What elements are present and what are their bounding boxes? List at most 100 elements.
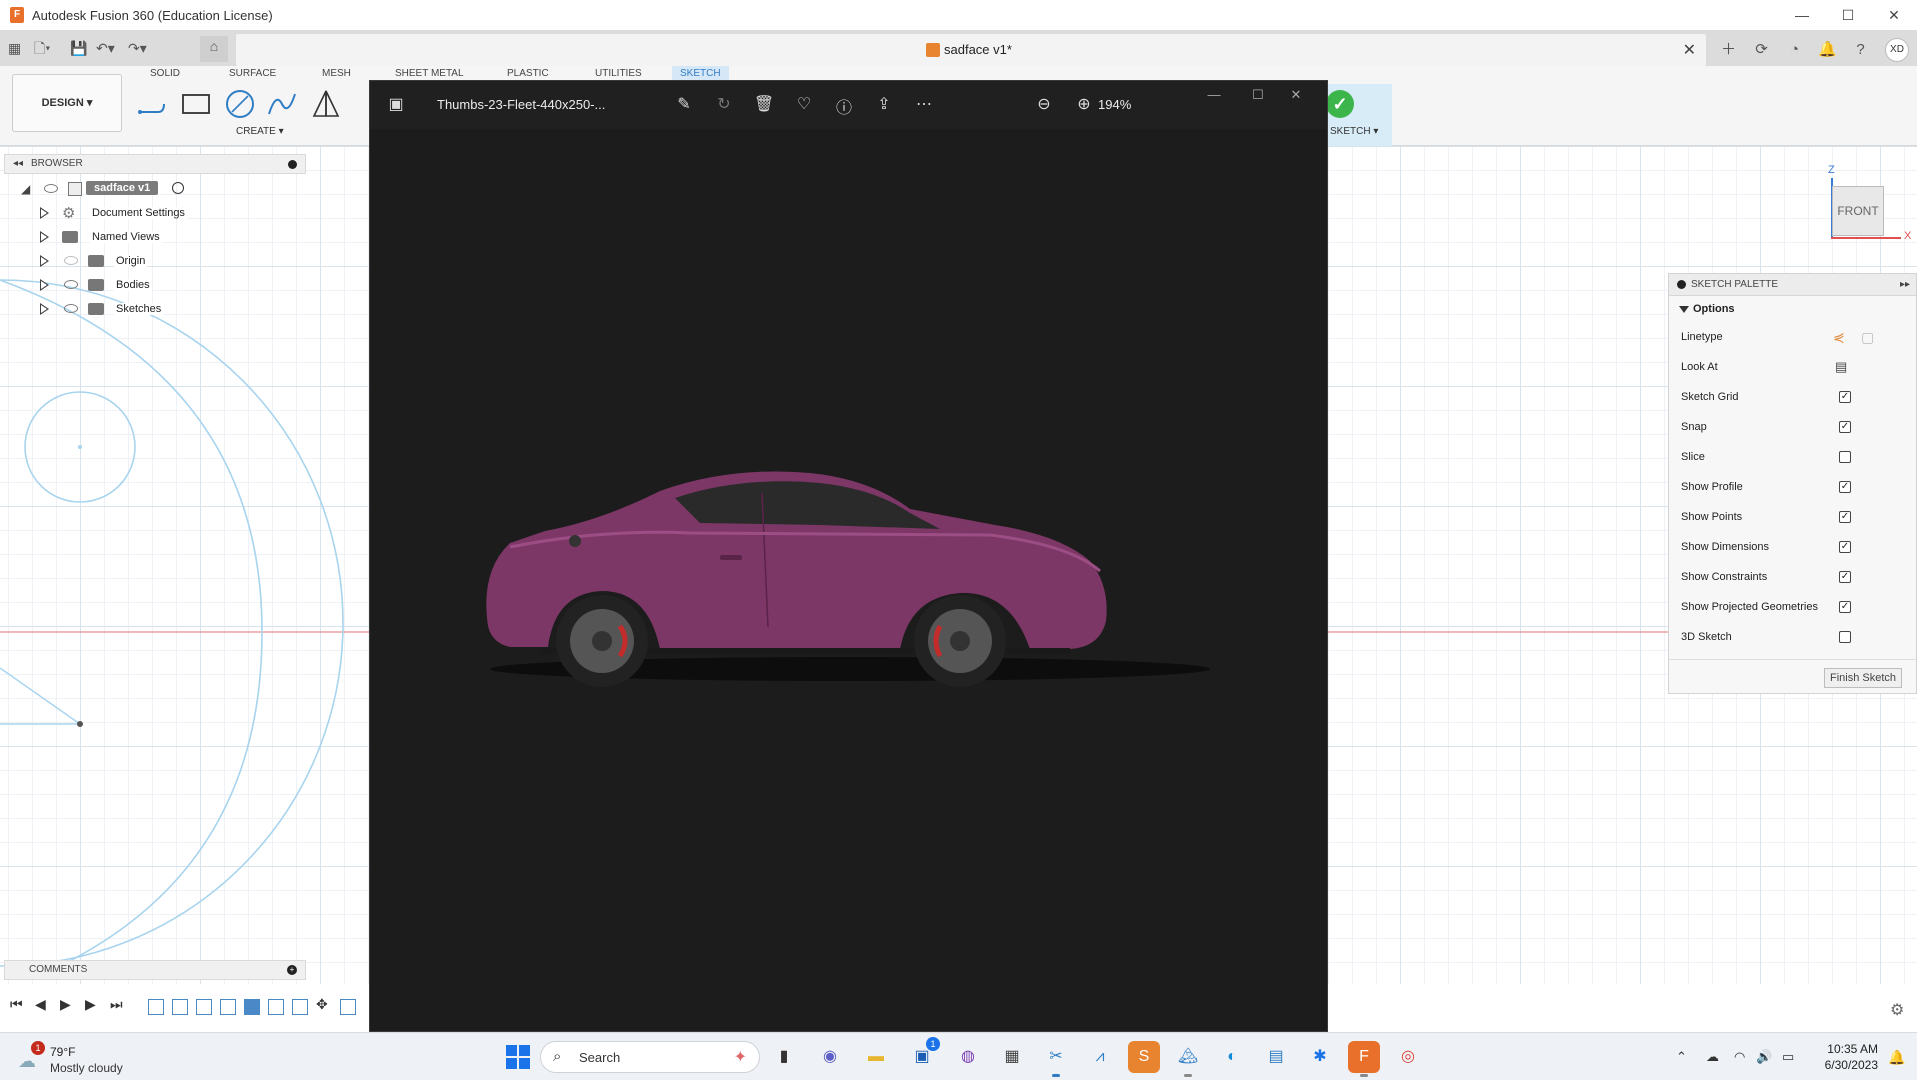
view-cube[interactable]: Z X FRONT — [1820, 164, 1917, 254]
volume-icon[interactable]: 🔊 — [1756, 1049, 1772, 1065]
timeline-feature-sketch-icon[interactable] — [340, 999, 356, 1015]
browser-header[interactable]: ◂◂ BROWSER — [4, 154, 306, 174]
zoom-level[interactable]: 194% — [1098, 97, 1131, 112]
show-dimensions-checkbox[interactable]: ✓ — [1839, 541, 1851, 553]
help-icon[interactable]: ? — [1844, 34, 1877, 66]
photos-minimize-button[interactable]: — — [1194, 87, 1234, 102]
construction-linetype-icon[interactable]: ⋞ — [1833, 329, 1845, 346]
activate-radio-icon[interactable] — [172, 182, 184, 194]
tree-item-sketches[interactable]: Sketches — [4, 298, 306, 322]
redo-icon[interactable]: ↷▾ — [128, 38, 147, 58]
expand-palette-icon[interactable]: ▸▸ — [1900, 274, 1910, 296]
mirror-tool-icon[interactable] — [310, 88, 342, 120]
tab-mesh[interactable]: MESH — [322, 66, 351, 81]
show-profile-checkbox[interactable]: ✓ — [1839, 481, 1851, 493]
comments-panel[interactable]: COMMENTS + — [4, 960, 306, 980]
workspace-design-dropdown[interactable]: DESIGN ▾ — [12, 74, 122, 132]
tab-solid[interactable]: SOLID — [150, 66, 180, 81]
add-comment-icon[interactable]: + — [287, 965, 297, 975]
tab-surface[interactable]: SURFACE — [229, 66, 276, 81]
show-points-checkbox[interactable]: ✓ — [1839, 511, 1851, 523]
photos-app-icon[interactable]: 🏔 — [1172, 1041, 1204, 1077]
rectangle-tool-icon[interactable] — [180, 88, 212, 120]
expand-arrow-icon[interactable] — [40, 255, 49, 267]
photos-close-button[interactable]: ✕ — [1276, 87, 1316, 103]
viewcube-front-face[interactable]: FRONT — [1832, 186, 1884, 236]
new-tab-plus-icon[interactable]: ＋ — [1712, 34, 1745, 66]
edge-browser-icon[interactable]: ◐ — [1216, 1041, 1248, 1073]
timeline-feature-sketch-icon[interactable] — [196, 999, 212, 1015]
home-icon[interactable]: ⌂ — [200, 36, 228, 62]
go-to-start-icon[interactable]: ⏮ — [10, 996, 23, 1013]
tab-sketch[interactable]: SKETCH — [672, 66, 729, 81]
teams-chat-icon[interactable]: ◉ — [814, 1041, 846, 1073]
circle-tool-icon[interactable] — [224, 88, 256, 120]
photos-maximize-button[interactable]: ☐ — [1238, 87, 1278, 103]
delete-icon[interactable]: 🗑 — [752, 94, 776, 114]
save-icon[interactable]: 💾 — [70, 38, 87, 58]
wifi-icon[interactable]: ◠ — [1734, 1049, 1745, 1065]
timeline-feature-extrude-icon[interactable] — [244, 999, 260, 1015]
expand-arrow-icon[interactable] — [40, 279, 49, 291]
show-hidden-icons-chevron-icon[interactable]: ⌃ — [1676, 1049, 1687, 1065]
create-menu[interactable]: CREATE ▾ — [236, 126, 284, 137]
close-button[interactable]: ✕ — [1871, 0, 1917, 30]
maximize-button[interactable]: ☐ — [1825, 0, 1871, 30]
play-icon[interactable]: ▶ — [60, 996, 71, 1013]
tree-item-root[interactable]: ◢ sadface v1 — [4, 178, 306, 202]
show-constraints-checkbox[interactable]: ✓ — [1839, 571, 1851, 583]
tree-item-bodies[interactable]: Bodies — [4, 274, 306, 298]
expand-arrow-icon[interactable] — [40, 303, 49, 315]
rotate-icon[interactable]: ↻ — [712, 94, 736, 114]
user-avatar[interactable]: XD — [1885, 38, 1909, 62]
close-document-icon[interactable]: ✕ — [1683, 40, 1696, 60]
data-panel-grid-icon[interactable]: ▦ — [8, 38, 21, 58]
zoom-out-icon[interactable]: ⊖ — [1032, 94, 1056, 114]
browser-pin-icon[interactable] — [288, 160, 297, 169]
timeline-feature-sketch-icon[interactable] — [148, 999, 164, 1015]
task-view-icon[interactable]: ▮ — [768, 1041, 800, 1073]
taskbar-search[interactable]: ⌕ Search ✦ — [540, 1041, 760, 1073]
notifications-bell-icon[interactable]: 🔔 — [1811, 34, 1844, 66]
expand-arrow-icon[interactable] — [40, 207, 49, 219]
tree-item-named-views[interactable]: Named Views — [4, 226, 306, 250]
sketch-palette-header[interactable]: SKETCH PALETTE ▸▸ — [1669, 274, 1916, 296]
tree-item-origin[interactable]: Origin — [4, 250, 306, 274]
show-projected-geometries-checkbox[interactable]: ✓ — [1839, 601, 1851, 613]
look-at-icon[interactable]: ▤ — [1835, 359, 1847, 375]
file-menu-icon[interactable]: 🗋▾ — [34, 38, 50, 58]
expanded-triangle-icon[interactable]: ◢ — [21, 182, 30, 196]
minimize-button[interactable]: — — [1779, 0, 1825, 30]
chrome-icon[interactable]: ◎ — [1392, 1041, 1424, 1073]
hidden-eye-icon[interactable] — [64, 256, 78, 265]
fusion-360-taskbar-icon[interactable]: F — [1348, 1041, 1380, 1077]
slice-checkbox[interactable] — [1839, 451, 1851, 463]
sketch-grid-checkbox[interactable]: ✓ — [1839, 391, 1851, 403]
tab-sheet-metal[interactable]: SHEET METAL — [395, 66, 464, 81]
options-section-header[interactable]: Options — [1669, 296, 1916, 322]
info-icon[interactable]: ⓘ — [832, 94, 856, 118]
sublime-text-icon[interactable]: S — [1128, 1041, 1160, 1073]
notification-center-icon[interactable]: 🔔 — [1888, 1049, 1905, 1066]
tree-item-document-settings[interactable]: ⚙ Document Settings — [4, 202, 306, 226]
tab-utilities[interactable]: UTILITIES — [595, 66, 642, 81]
finish-sketch-button[interactable]: Finish Sketch — [1824, 668, 1903, 688]
calculator-icon[interactable]: ▦ — [996, 1041, 1028, 1073]
github-desktop-icon[interactable]: ◍ — [952, 1041, 984, 1073]
windows-start-icon[interactable] — [506, 1045, 530, 1069]
finish-sketch-ribbon-button[interactable]: ✓ SKETCH ▾ — [1324, 84, 1392, 146]
performance-monitor-icon[interactable]: ⩘ — [1084, 1041, 1116, 1073]
line-tool-icon[interactable] — [136, 88, 168, 120]
visibility-eye-icon[interactable] — [64, 280, 78, 289]
extensions-icon[interactable]: ⟳ — [1745, 34, 1778, 66]
timeline-feature-sketch-icon[interactable] — [292, 999, 308, 1015]
settings-gear-icon[interactable]: ⚙ — [1890, 1000, 1904, 1020]
zoom-in-icon[interactable]: ⊕ — [1072, 94, 1096, 114]
more-options-icon[interactable]: ⋯ — [912, 94, 936, 114]
favorite-heart-icon[interactable]: ♡ — [792, 94, 816, 114]
step-forward-icon[interactable]: ▶ — [85, 996, 96, 1013]
snipping-tool-icon[interactable]: ✂ — [1040, 1041, 1072, 1077]
visibility-eye-icon[interactable] — [44, 184, 58, 193]
centerline-linetype-icon[interactable]: ▢ — [1861, 329, 1874, 346]
clock[interactable]: 10:35 AM 6/30/2023 — [1818, 1041, 1878, 1073]
